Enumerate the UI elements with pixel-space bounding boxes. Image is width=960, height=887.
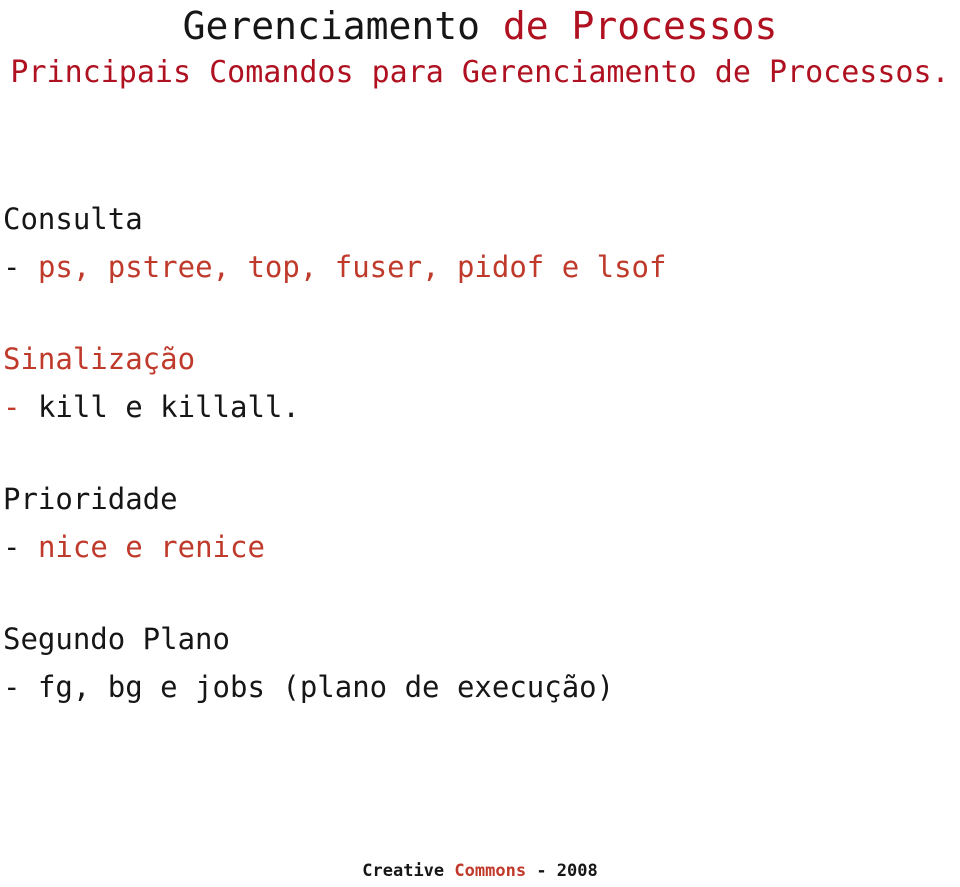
section-item-consulta: - ps, pstree, top, fuser, pidof e lsof	[0, 242, 960, 292]
section-item-text-sinalizacao: kill e killall.	[37, 390, 300, 424]
page-title-primary: Gerenciamento	[182, 4, 480, 48]
slide-canvas: Gerenciamento de Processos Principais Co…	[0, 0, 960, 887]
slide-footer: Creative Commons - 2008	[0, 860, 960, 882]
footer-license-word-2: Commons	[454, 861, 527, 881]
bullet-gap	[20, 390, 37, 424]
section-heading-segundo-plano: Segundo Plano	[3, 622, 230, 656]
bullet-dash-icon: -	[3, 670, 21, 704]
section-prioridade: Prioridade - nice e renice	[0, 476, 960, 572]
section-item-prioridade: - nice e renice	[0, 522, 960, 572]
bullet-gap	[20, 250, 37, 284]
footer-space-1	[444, 861, 454, 881]
bullet-gap	[20, 530, 37, 564]
section-consulta: Consulta - ps, pstree, top, fuser, pidof…	[0, 196, 960, 292]
bullet-dash-icon: -	[3, 530, 21, 564]
slide-header: Gerenciamento de Processos Principais Co…	[0, 0, 960, 93]
section-item-segundo-plano: - fg, bg e jobs (plano de execução)	[0, 662, 960, 712]
section-item-text-consulta: ps, pstree, top, fuser, pidof e lsof	[37, 250, 667, 284]
section-segundo-plano: Segundo Plano - fg, bg e jobs (plano de …	[0, 616, 960, 712]
page-title-accent: de Processos	[502, 4, 778, 48]
section-sinalizacao: Sinalização - kill e killall.	[0, 336, 960, 432]
footer-year: - 2008	[536, 861, 598, 881]
bullet-dash-icon: -	[3, 250, 21, 284]
footer-space-2	[526, 861, 536, 881]
page-title: Gerenciamento de Processos	[0, 0, 960, 49]
slide-body: Consulta - ps, pstree, top, fuser, pidof…	[0, 196, 960, 712]
bullet-gap	[20, 670, 37, 704]
footer-license-word-1: Creative	[362, 861, 445, 881]
section-item-text-segundo-plano: fg, bg e jobs (plano de execução)	[37, 670, 615, 704]
section-heading-prioridade: Prioridade	[3, 482, 178, 516]
page-subtitle: Principais Comandos para Gerenciamento d…	[10, 55, 950, 90]
page-title-space	[480, 4, 503, 48]
section-item-sinalizacao: - kill e killall.	[0, 382, 960, 432]
section-item-text-prioridade: nice e renice	[37, 530, 265, 564]
section-heading-consulta: Consulta	[3, 202, 143, 236]
bullet-dash-icon: -	[3, 390, 21, 424]
section-heading-sinalizacao: Sinalização	[3, 342, 196, 376]
